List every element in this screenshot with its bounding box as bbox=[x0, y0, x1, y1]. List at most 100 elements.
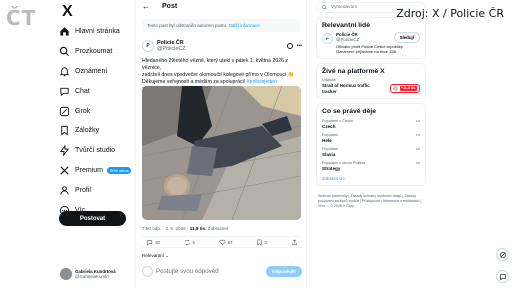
premium-discount-badge: 50% sleva bbox=[107, 166, 132, 174]
sidebar-item-explore[interactable]: Prozkoumat bbox=[58, 42, 132, 62]
tweet-action-bar: 30 5 97 2 bbox=[142, 236, 302, 248]
relevant-person[interactable]: P Policie ČR @PolicieCZ Sledují bbox=[322, 32, 420, 44]
relevant-people-panel: Relevantní lidé P Policie ČR @PolicieCZ … bbox=[316, 17, 426, 59]
grok-icon bbox=[499, 251, 506, 258]
trend-name: Hele bbox=[322, 137, 332, 143]
sidebar-item-label: Tvůrčí studio bbox=[75, 147, 116, 155]
avatar bbox=[392, 86, 398, 91]
tweet-author: Policie ČR @PolicieCZ bbox=[157, 40, 186, 52]
tweet-timestamp[interactable]: 7:50 odp. · 3. 5. 2026 · bbox=[142, 226, 190, 231]
sidebar-item-profile[interactable]: Profil bbox=[58, 180, 132, 200]
chat-icon bbox=[58, 85, 70, 97]
reply-composer: Odpovědět bbox=[142, 266, 302, 277]
tweet-text-plain: Děkujeme veřejnosti a médiím za spoluprá… bbox=[142, 78, 247, 85]
show-more-link[interactable]: Zobrazit víc bbox=[322, 176, 420, 181]
reply-input[interactable] bbox=[156, 268, 256, 275]
tweet-header-actions: ••• bbox=[286, 43, 302, 49]
relevant-person-bio: Oficiální profil Policie České republiky… bbox=[336, 44, 404, 54]
deleted-post-notice: Tento post byl odstraněn autorem postu. … bbox=[142, 19, 300, 32]
trend-item[interactable]: Populární v Česko ••• Czech bbox=[322, 118, 420, 129]
repost-icon bbox=[184, 239, 190, 245]
live-stream-item[interactable]: Strait of Hormuz traffic tracker +11,3 t… bbox=[322, 83, 420, 94]
footer-links[interactable]: Smluvní podmínky | Zásady ochrany osobní… bbox=[316, 194, 426, 209]
notice-link[interactable]: Další informace bbox=[229, 23, 260, 28]
main-column: ← Post Tento post byl odstraněn autorem … bbox=[135, 0, 307, 288]
police-avatar[interactable]: P bbox=[142, 40, 154, 52]
reply-icon bbox=[146, 239, 153, 245]
trend-category-text: Populární v oboru Politika bbox=[322, 161, 366, 165]
trend-name: Slavia bbox=[322, 151, 336, 157]
sidebar-item-grok[interactable]: Grok bbox=[58, 101, 132, 121]
sidebar-item-label: Chat bbox=[75, 87, 90, 95]
back-arrow-icon[interactable]: ← bbox=[142, 2, 150, 11]
repost-action[interactable]: 5 bbox=[184, 239, 196, 246]
tweet-text-line: zadrželi dnes vpodvečer olomoučtí kolego… bbox=[142, 71, 295, 78]
more-options-icon[interactable]: ••• bbox=[416, 118, 420, 124]
heart-icon bbox=[219, 239, 225, 245]
post-button[interactable]: Postovat bbox=[59, 211, 126, 226]
sidebar-item-label: Záložky bbox=[75, 127, 100, 135]
like-count: 97 bbox=[227, 239, 233, 245]
more-options-icon[interactable]: ••• bbox=[416, 160, 420, 166]
sidebar-item-home[interactable]: Hlavní stránka bbox=[58, 22, 132, 42]
tweet-views-label: Zobrazení bbox=[206, 226, 229, 231]
source-credit: Zdroj: X / Policie ČR bbox=[396, 7, 504, 20]
relevant-person-names: Policie ČR @PolicieCZ bbox=[336, 32, 359, 43]
account-switcher[interactable]: Gabriela Kundrtová @GabrielaKundrt bbox=[60, 268, 116, 280]
trends-panel: Co se právě děje Populární v Česko ••• Cz… bbox=[316, 103, 426, 186]
sidebar-item-label: Hlavní stránka bbox=[75, 28, 120, 36]
messages-button[interactable] bbox=[496, 270, 509, 283]
trend-item[interactable]: Populární ••• Slavia bbox=[322, 146, 420, 157]
trend-item[interactable]: Populární v oboru Politika ••• Strategy bbox=[322, 160, 420, 171]
reply-action[interactable]: 30 bbox=[146, 239, 160, 246]
bookmark-icon bbox=[257, 239, 262, 246]
live-panel: Živě na platformě X Události Strait of H… bbox=[316, 63, 426, 99]
floating-buttons bbox=[496, 248, 509, 283]
sidebar-item-notifications[interactable]: Oznámení bbox=[58, 62, 132, 82]
reply-button[interactable]: Odpovědět bbox=[266, 266, 302, 277]
tweet-views-count: 11,8 tis. bbox=[189, 226, 207, 231]
bookmark-icon bbox=[58, 125, 70, 137]
main-header: ← Post bbox=[136, 0, 306, 13]
grok-icon bbox=[58, 105, 70, 117]
account-names: Gabriela Kundrtová @GabrielaKundrt bbox=[75, 269, 116, 280]
reply-count: 30 bbox=[155, 239, 161, 245]
trend-category-text: Populární v Česko bbox=[322, 119, 354, 123]
sidebar-item-bookmarks[interactable]: Záložky bbox=[58, 121, 132, 141]
x-logo[interactable]: X bbox=[62, 2, 132, 22]
sidebar-item-chat[interactable]: Chat bbox=[58, 81, 132, 101]
x-icon bbox=[58, 164, 70, 176]
reply-sort-selector[interactable]: Relevantní ⌄ bbox=[142, 253, 169, 259]
like-action[interactable]: 97 bbox=[219, 239, 233, 246]
account-handle: @GabrielaKundrt bbox=[75, 274, 109, 279]
trend-item[interactable]: Populární ••• Hele bbox=[322, 132, 420, 143]
tweet-photo[interactable] bbox=[142, 86, 301, 220]
search-icon bbox=[322, 5, 327, 10]
grok-button[interactable] bbox=[496, 248, 509, 261]
sidebar-item-label: Premium bbox=[75, 166, 104, 174]
trend-name: Czech bbox=[322, 123, 336, 129]
police-avatar[interactable]: P bbox=[322, 33, 333, 44]
sidebar-item-premium[interactable]: Premium 50% sleva bbox=[58, 161, 132, 181]
person-icon bbox=[58, 184, 70, 196]
notice-text: Tento post byl odstraněn autorem postu. bbox=[147, 23, 228, 28]
relevant-person-handle: @PolicieCZ bbox=[336, 37, 360, 43]
grok-explain-icon[interactable] bbox=[286, 43, 293, 49]
following-button[interactable]: Sledují bbox=[393, 32, 420, 43]
more-options-icon[interactable]: ••• bbox=[416, 132, 420, 138]
page-title: Post bbox=[162, 3, 178, 10]
tweet-header: P Policie ČR @PolicieCZ ••• bbox=[142, 40, 302, 52]
tweet-meta: 7:50 odp. · 3. 5. 2026 · 11,8 tis. Zobra… bbox=[142, 226, 302, 231]
sidebar-item-creator-studio[interactable]: Tvůrčí studio bbox=[58, 141, 132, 161]
sidebar-item-label: Prozkoumat bbox=[75, 48, 113, 56]
share-action[interactable] bbox=[291, 238, 298, 246]
repost-count: 5 bbox=[192, 239, 196, 245]
live-viewers-count: +11,3 tis. bbox=[399, 85, 417, 92]
trend-category-text: Populární bbox=[322, 147, 339, 151]
more-options-icon[interactable]: ••• bbox=[416, 146, 420, 152]
trend-category-text: Populární bbox=[322, 133, 339, 137]
sidebar-item-label: Profil bbox=[75, 186, 91, 194]
more-options-icon[interactable]: ••• bbox=[297, 43, 302, 49]
bookmark-action[interactable]: 2 bbox=[256, 239, 268, 246]
author-handle[interactable]: @PolicieCZ bbox=[157, 46, 186, 52]
